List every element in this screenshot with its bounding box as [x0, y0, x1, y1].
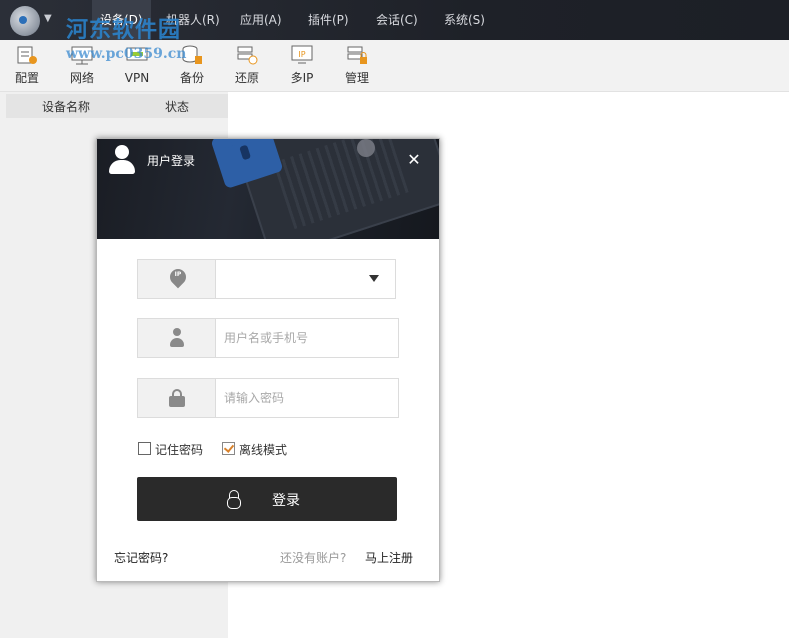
offline-mode-checkbox[interactable]: 离线模式 — [222, 441, 292, 457]
tool-config-label: 配置 — [14, 71, 39, 85]
remember-checkbox-box[interactable] — [138, 442, 151, 455]
close-icon[interactable]: ✕ — [403, 149, 425, 171]
chevron-down-icon[interactable]: ▼ — [44, 13, 52, 24]
tool-vpn-label: VPN — [124, 71, 150, 85]
watermark-url: www.pc0359.cn — [66, 46, 187, 62]
password-field[interactable] — [137, 378, 399, 418]
user-icon — [109, 145, 135, 175]
dialog-title: 用户登录 — [147, 154, 196, 168]
menu-application[interactable]: 应用(A) — [232, 0, 290, 40]
tool-manage-label: 管理 — [344, 71, 369, 85]
no-account-text: 还没有账户? — [280, 551, 347, 565]
dialog-banner: 用户登录 ✕ — [97, 139, 439, 239]
toolbar: 配置 网络 VPN 备份 还原 IP 多IP 管理 www.pc0359.cn — [0, 40, 789, 92]
ip-badge: IP — [174, 271, 182, 278]
server-select-value[interactable] — [224, 260, 384, 298]
tool-config[interactable]: 配置 — [4, 42, 50, 90]
manage-icon — [347, 46, 367, 64]
tool-restore-label: 还原 — [234, 71, 259, 85]
device-table-header: 设备名称 状态 — [6, 94, 228, 118]
app-logo-icon[interactable] — [10, 6, 40, 36]
password-prefix — [138, 379, 216, 417]
column-device-name[interactable]: 设备名称 — [42, 98, 90, 115]
unlock-icon — [227, 490, 241, 509]
tool-manage[interactable]: 管理 — [334, 42, 380, 90]
password-input[interactable] — [224, 379, 384, 417]
config-icon — [17, 46, 37, 64]
tool-backup-label: 备份 — [179, 71, 204, 85]
server-select[interactable]: IP — [137, 259, 396, 299]
username-input[interactable] — [224, 319, 384, 357]
offline-label[interactable]: 离线模式 — [239, 441, 287, 458]
tool-multi-ip-label: 多IP — [290, 71, 314, 85]
login-dialog: 用户登录 ✕ IP 记住密码 离线模式 登录 忘记密码 — [96, 138, 440, 582]
remember-password-checkbox[interactable]: 记住密码 — [138, 441, 208, 457]
menu-system[interactable]: 系统(S) — [436, 0, 493, 40]
tool-multi-ip[interactable]: IP 多IP — [279, 42, 325, 90]
person-icon — [169, 328, 185, 348]
login-button-label: 登录 — [272, 493, 300, 509]
dropdown-arrow-icon[interactable] — [369, 275, 379, 282]
multi-ip-icon: IP — [291, 45, 313, 64]
tool-network-label: 网络 — [69, 71, 94, 85]
restore-icon — [237, 46, 258, 65]
offline-checkbox-box[interactable] — [222, 442, 235, 455]
svg-text:IP: IP — [298, 50, 305, 59]
username-prefix — [138, 319, 216, 357]
ip-prefix: IP — [138, 260, 216, 298]
register-link[interactable]: 马上注册 — [365, 549, 413, 566]
tool-restore[interactable]: 还原 — [224, 42, 270, 90]
menubar: ▼ 设备(D) 机器人(R) 应用(A) 插件(P) 会话(C) 系统(S) 河… — [0, 0, 789, 43]
menu-plugin[interactable]: 插件(P) — [300, 0, 357, 40]
lock-icon — [169, 389, 185, 407]
forgot-password-link[interactable]: 忘记密码? — [114, 549, 168, 566]
column-status[interactable]: 状态 — [165, 98, 189, 115]
remember-label[interactable]: 记住密码 — [155, 441, 203, 458]
username-field[interactable] — [137, 318, 399, 358]
light-icon — [357, 139, 375, 157]
menu-session[interactable]: 会话(C) — [368, 0, 426, 40]
login-button[interactable]: 登录 — [137, 477, 397, 521]
